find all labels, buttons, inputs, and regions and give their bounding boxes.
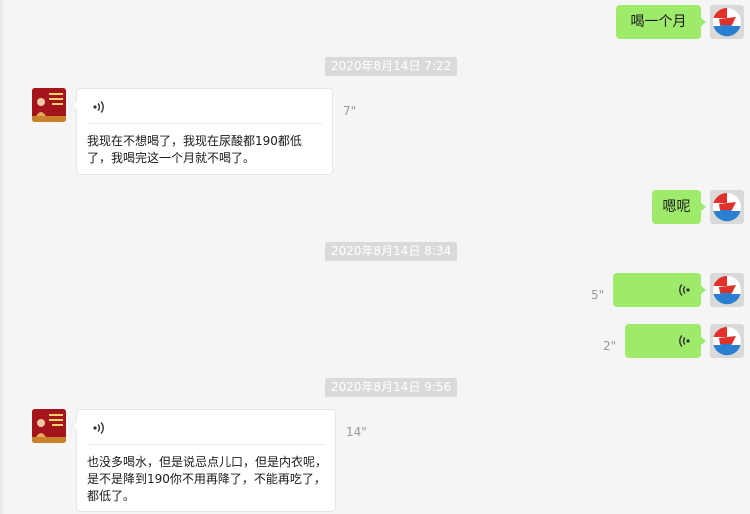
- my-avatar[interactable]: [710, 324, 744, 358]
- voice-duration: 2": [603, 339, 617, 353]
- voice-wave-icon[interactable]: [92, 420, 106, 439]
- voice-transcript: 我现在不想喝了，我现在尿酸都190都低了，我喝完这一个月就不喝了。: [87, 134, 302, 165]
- voice-wave-icon[interactable]: [92, 99, 106, 118]
- divider: [87, 123, 322, 124]
- voice-transcript: 也没多喝水，但是说忌点儿口，但是内衣呢，是不是降到190你不用再降了，不能再吃了…: [87, 455, 328, 503]
- app-logo-icon: [713, 192, 741, 222]
- my-text-bubble[interactable]: 嗯呢: [652, 190, 706, 224]
- contact-avatar[interactable]: [32, 88, 66, 122]
- voice-wave-icon: [677, 282, 691, 302]
- app-logo-icon: [713, 275, 741, 305]
- message-text: 喝一个月: [630, 14, 687, 30]
- my-avatar[interactable]: [710, 5, 744, 39]
- message-text: 嗯呢: [662, 199, 691, 215]
- voice-duration: 14": [346, 425, 367, 439]
- voice-message-card[interactable]: 我现在不想喝了，我现在尿酸都190都低了，我喝完这一个月就不喝了。: [71, 88, 333, 175]
- timestamp: 2020年8月14日 9:56: [325, 378, 458, 397]
- app-logo-icon: [713, 326, 741, 356]
- contact-avatar-image: [32, 88, 66, 122]
- app-logo-icon: [713, 7, 741, 37]
- timestamp: 2020年8月14日 8:34: [325, 242, 458, 261]
- voice-message-card[interactable]: 也没多喝水，但是说忌点儿口，但是内衣呢，是不是降到190你不用再降了，不能再吃了…: [71, 409, 336, 512]
- divider: [87, 444, 325, 445]
- contact-avatar[interactable]: [32, 409, 66, 443]
- contact-avatar-image: [32, 409, 66, 443]
- voice-duration: 5": [591, 288, 605, 302]
- my-text-bubble[interactable]: 喝一个月: [616, 5, 706, 39]
- my-avatar[interactable]: [710, 190, 744, 224]
- timestamp: 2020年8月14日 7:22: [325, 57, 458, 76]
- voice-duration: 7": [343, 104, 357, 118]
- voice-wave-icon: [677, 333, 691, 353]
- my-voice-bubble[interactable]: [625, 324, 706, 358]
- my-voice-bubble[interactable]: [613, 273, 706, 307]
- window-edge: [0, 0, 3, 514]
- my-avatar[interactable]: [710, 273, 744, 307]
